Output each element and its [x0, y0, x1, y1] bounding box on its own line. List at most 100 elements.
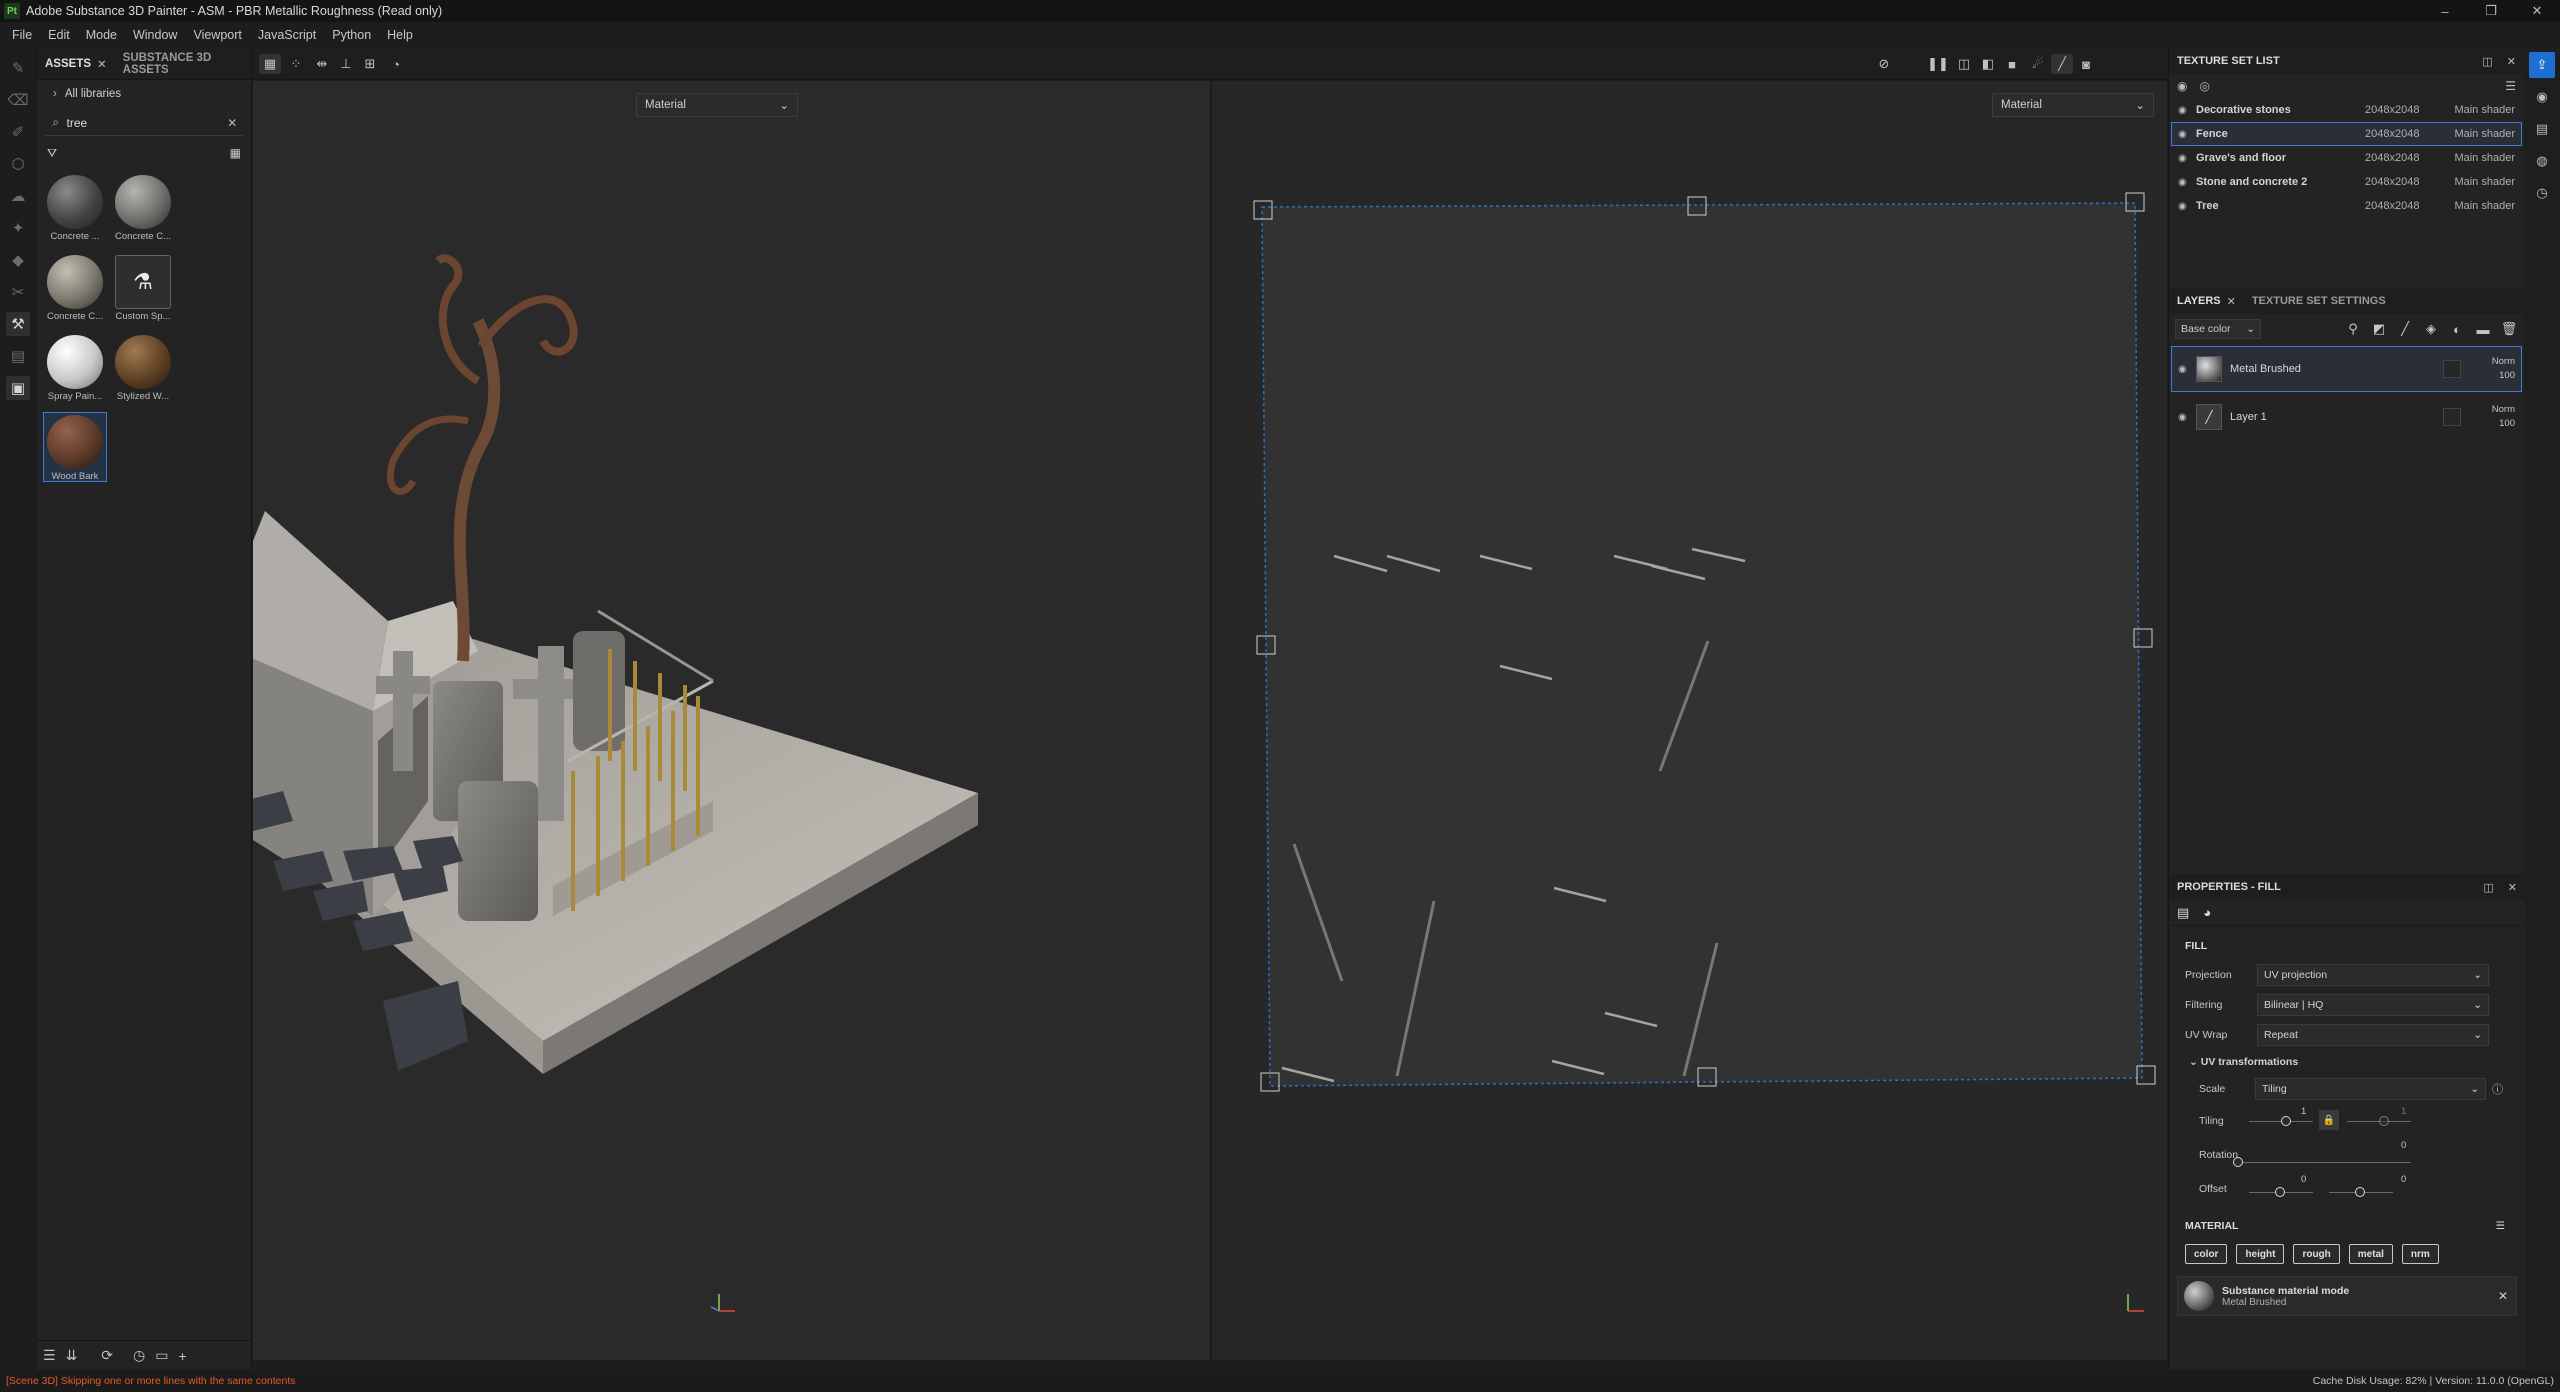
search-input[interactable] [66, 115, 222, 130]
chip-rough[interactable]: rough [2293, 1244, 2340, 1264]
eye-icon[interactable]: ◉ [2178, 153, 2196, 164]
grid-view-icon[interactable]: ▦ [230, 146, 241, 160]
rotation-slider-track[interactable] [2237, 1162, 2411, 1163]
fill-properties-icon[interactable]: ▤ [2177, 905, 2189, 921]
cube-icon[interactable]: ◧ [1977, 54, 1999, 74]
list-options-icon[interactable]: ☰ [2505, 79, 2516, 93]
delete-layer-icon[interactable]: 🗑 [2500, 321, 2518, 337]
asset-thumbnail[interactable]: ⚗ Custom Sp... [111, 252, 175, 322]
chip-metal[interactable]: metal [2348, 1244, 2393, 1264]
close-icon[interactable]: ✕ [2498, 1289, 2508, 1303]
eye-icon[interactable]: ◉ [2178, 412, 2196, 423]
menu-python[interactable]: Python [324, 28, 379, 42]
eye-outline-icon[interactable]: ◎ [2199, 79, 2209, 93]
close-icon[interactable]: ✕ [2507, 55, 2516, 68]
menu-mode[interactable]: Mode [78, 28, 125, 42]
rotation-value[interactable]: 0 [2401, 1140, 2406, 1151]
texture-set-row[interactable]: ◉ Stone and concrete 2 2048x2048 Main sh… [2171, 170, 2522, 194]
uv-wrap-select[interactable]: Repeat ⌄ [2257, 1024, 2489, 1046]
measure-tool-icon[interactable]: ▤ [6, 344, 30, 368]
offset-u-value[interactable]: 0 [2301, 1174, 2306, 1185]
eye-icon[interactable]: ◉ [2178, 364, 2196, 375]
minimize-button[interactable]: – [2422, 0, 2468, 22]
folder-icon[interactable]: ▭ [155, 1347, 168, 1364]
polygon-fill-icon[interactable]: ✂ [6, 280, 30, 304]
filtering-select[interactable]: Bilinear | HQ ⌄ [2257, 994, 2489, 1016]
offset-v-value[interactable]: 0 [2401, 1174, 2406, 1185]
tab-layers[interactable]: LAYERS ✕ [2169, 285, 2244, 317]
close-window-button[interactable]: ✕ [2514, 0, 2560, 22]
layer-row-selected[interactable]: ◉ Metal Brushed Norm 100 [2171, 346, 2522, 392]
layer-opacity[interactable]: 100 [2499, 417, 2515, 431]
shader-settings-icon[interactable]: ▤ [2529, 116, 2555, 142]
smudge-tool-icon[interactable]: ☁ [6, 184, 30, 208]
add-view-icon[interactable]: ⊞ [359, 54, 381, 74]
undock-icon[interactable]: ◫ [2483, 881, 2493, 894]
projection-select[interactable]: UV projection ⌄ [2257, 964, 2489, 986]
rotation-slider-knob[interactable] [2233, 1157, 2243, 1167]
viewer-settings-icon[interactable]: ◍ [2529, 148, 2555, 174]
menu-help[interactable]: Help [379, 28, 421, 42]
history-icon[interactable]: ◷ [2529, 180, 2555, 206]
offset-u-slider-knob[interactable] [2275, 1187, 2285, 1197]
clone-tool-icon[interactable]: ✦ [6, 216, 30, 240]
tiling-slider-knob[interactable] [2281, 1116, 2291, 1126]
menu-javascript[interactable]: JavaScript [250, 28, 324, 42]
environment-icon[interactable]: ☄ [2027, 54, 2049, 74]
blend-mode[interactable]: Norm [2492, 355, 2515, 369]
display-settings-icon[interactable]: ◉ [2529, 84, 2555, 110]
hide-icon[interactable]: ⊘ [1873, 54, 1895, 74]
tab-substance-3d-assets[interactable]: SUBSTANCE 3D ASSETS [115, 48, 251, 80]
lock-icon[interactable]: 🔒 [2319, 1110, 2339, 1130]
view-mode-icon[interactable]: ◫ [1953, 54, 1975, 74]
add-folder-icon[interactable]: ▬ [2474, 322, 2492, 337]
history-icon[interactable]: ◷ [133, 1347, 145, 1364]
close-icon[interactable]: ✕ [97, 57, 107, 71]
list-settings-icon[interactable]: ☰ [43, 1347, 56, 1364]
import-icon[interactable]: ⇊ [66, 1347, 78, 1364]
undock-icon[interactable]: ◫ [2482, 55, 2492, 68]
layer-row[interactable]: ◉ ╱ Layer 1 Norm 100 [2171, 394, 2522, 440]
layer-mask-slot[interactable] [2443, 360, 2461, 378]
asset-thumbnail[interactable]: Spray Pain... [43, 332, 107, 402]
eye-icon[interactable]: ◉ [2177, 79, 2187, 93]
clock-icon[interactable]: ◔ [385, 54, 407, 74]
viewport-3d[interactable]: Material ⌄ [253, 81, 1210, 1360]
menu-window[interactable]: Window [125, 28, 185, 42]
paint-brush-tool-icon[interactable]: ✎ [6, 56, 30, 80]
layer-opacity[interactable]: 100 [2499, 369, 2515, 383]
library-selector[interactable]: › All libraries [37, 80, 251, 108]
symmetry-icon[interactable]: ⇹ [311, 54, 333, 74]
eye-icon[interactable]: ◉ [2178, 177, 2196, 188]
geometry-mask-tool-icon[interactable]: ⬡ [6, 152, 30, 176]
texture-set-row[interactable]: ◉ Tree 2048x2048 Main shader [2171, 194, 2522, 218]
texture-set-row[interactable]: ◉ Decorative stones 2048x2048 Main shade… [2171, 98, 2522, 122]
eye-icon[interactable]: ◉ [2178, 201, 2196, 212]
texture-set-row[interactable]: ◉ Grave's and floor 2048x2048 Main shade… [2171, 146, 2522, 170]
add-mask-icon[interactable]: ◩ [2370, 321, 2388, 337]
chip-height[interactable]: height [2236, 1244, 2285, 1264]
menu-viewport[interactable]: Viewport [185, 28, 249, 42]
pause-icon[interactable]: ❚❚ [1927, 54, 1949, 74]
bake-tool-icon[interactable]: ⚒ [6, 312, 30, 336]
refresh-icon[interactable]: ⟳ [101, 1347, 113, 1364]
tiling-value[interactable]: 1 [2301, 1106, 2306, 1117]
asset-thumbnail-selected[interactable]: Wood Bark [43, 412, 107, 482]
eye-icon[interactable]: ◉ [2178, 129, 2196, 140]
layer-mask-slot[interactable] [2443, 408, 2461, 426]
scale-select[interactable]: Tiling ⌄ [2255, 1078, 2486, 1100]
close-icon[interactable]: ✕ [2227, 295, 2236, 308]
add-paint-layer-icon[interactable]: ╱ [2396, 321, 2414, 337]
menu-file[interactable]: File [4, 28, 40, 42]
substance-material-slot[interactable]: Substance material mode Metal Brushed ✕ [2177, 1276, 2517, 1316]
projection-tool-icon[interactable]: ✐ [6, 120, 30, 144]
tab-assets[interactable]: ASSETS ✕ [37, 48, 115, 80]
blend-mode[interactable]: Norm [2492, 403, 2515, 417]
filter-icon[interactable]: ⛛ [47, 146, 57, 161]
asset-thumbnail[interactable]: Concrete C... [111, 172, 175, 242]
viewport-2d-uv[interactable]: Material ⌄ [1212, 81, 2167, 1360]
asset-thumbnail[interactable]: Concrete C... [43, 252, 107, 322]
tab-texture-set-settings[interactable]: TEXTURE SET SETTINGS [2244, 285, 2394, 317]
asset-thumbnail[interactable]: Stylized W... [111, 332, 175, 402]
align-icon[interactable]: ⊥ [335, 54, 357, 74]
